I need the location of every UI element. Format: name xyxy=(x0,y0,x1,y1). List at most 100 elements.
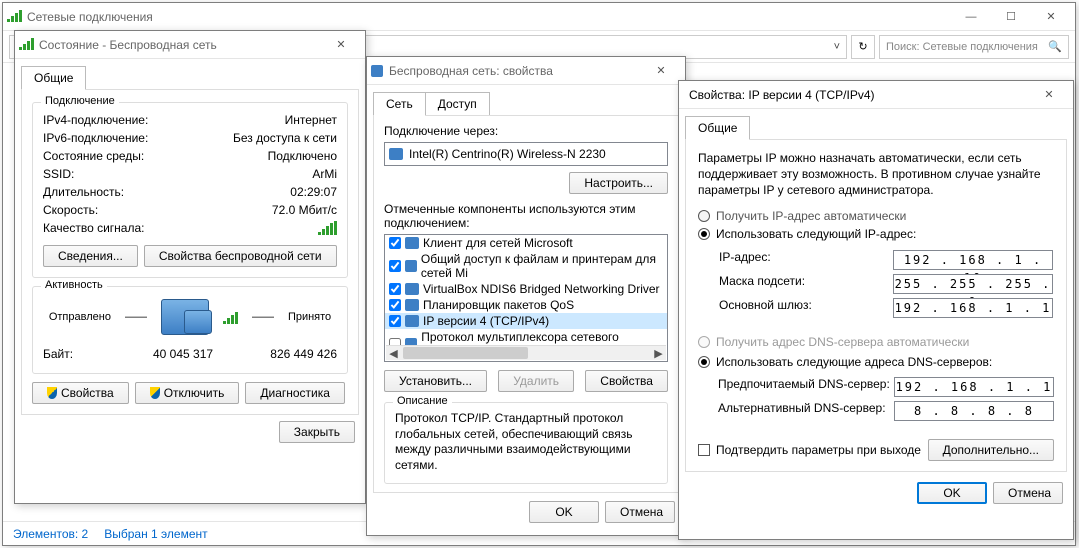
media-label: Состояние среды: xyxy=(43,149,144,163)
description-group: Описание Протокол TCP/IP. Стандартный пр… xyxy=(384,402,668,484)
scroll-right-icon[interactable]: ▶ xyxy=(651,346,666,360)
connection-group: Подключение IPv4-подключение:Интернет IP… xyxy=(32,102,348,278)
components-label: Отмеченные компоненты используются этим … xyxy=(384,202,668,230)
component-icon xyxy=(405,283,419,295)
list-item[interactable]: Клиент для сетей Microsoft xyxy=(385,235,667,251)
item-checkbox[interactable] xyxy=(389,361,401,362)
validate-checkbox[interactable] xyxy=(698,444,710,456)
component-icon xyxy=(405,361,419,362)
adapter-title: Беспроводная сеть: свойства xyxy=(389,64,641,78)
manual-dns-radio[interactable] xyxy=(698,356,710,368)
ok-button[interactable]: OK xyxy=(917,482,987,504)
speed-label: Скорость: xyxy=(43,203,98,217)
activity-arrow-icon: —— xyxy=(252,311,274,323)
minimize-button[interactable]: — xyxy=(951,6,991,28)
tab-general[interactable]: Общие xyxy=(21,66,86,90)
disconnect-button[interactable]: Отключить xyxy=(135,382,240,404)
item-label: VirtualBox NDIS6 Bridged Networking Driv… xyxy=(423,282,660,296)
advanced-button[interactable]: Дополнительно... xyxy=(928,439,1054,461)
props-button[interactable]: Свойства xyxy=(585,370,668,392)
computers-icon xyxy=(161,299,209,335)
component-icon xyxy=(405,299,419,311)
horizontal-scrollbar[interactable]: ◀ ▶ xyxy=(386,345,666,360)
adapter-icon xyxy=(371,65,383,77)
details-button[interactable]: Сведения... xyxy=(43,245,138,267)
manual-ip-label: Использовать следующий IP-адрес: xyxy=(716,227,916,241)
tab-network[interactable]: Сеть xyxy=(373,92,426,116)
scroll-left-icon[interactable]: ◀ xyxy=(386,346,401,360)
wireless-props-button[interactable]: Свойства беспроводной сети xyxy=(144,245,337,267)
signal-icon xyxy=(318,221,337,235)
ipv6-label: IPv6-подключение: xyxy=(43,131,148,145)
main-title: Сетевые подключения xyxy=(27,10,951,24)
item-label: IP версии 4 (TCP/IPv4) xyxy=(423,314,549,328)
search-placeholder: Поиск: Сетевые подключения xyxy=(886,41,1038,53)
mask-field[interactable]: 255 . 255 . 255 . 0 xyxy=(893,274,1053,294)
chevron-down-icon[interactable]: ˅ xyxy=(834,41,840,53)
bytes-sent: 40 045 317 xyxy=(153,347,213,361)
activity-arrow-icon: —— xyxy=(125,311,147,323)
tab-general[interactable]: Общие xyxy=(685,116,750,140)
dns2-field[interactable]: 8 . 8 . 8 . 8 xyxy=(894,401,1054,421)
component-icon xyxy=(405,315,419,327)
description-text: Протокол TCP/IP. Стандартный протокол гл… xyxy=(395,411,657,473)
search-input[interactable]: Поиск: Сетевые подключения 🔍 xyxy=(879,35,1069,59)
cancel-button[interactable]: Отмена xyxy=(993,482,1063,504)
refresh-button[interactable]: ↻ xyxy=(851,35,875,59)
status-titlebar: Состояние - Беспроводная сеть ✕ xyxy=(15,31,365,59)
gateway-field[interactable]: 192 . 168 . 1 . 1 xyxy=(893,298,1053,318)
mask-label: Маска подсети: xyxy=(719,274,805,294)
uninstall-button[interactable]: Удалить xyxy=(498,370,574,392)
maximize-button[interactable]: ☐ xyxy=(991,6,1031,28)
close-icon[interactable]: ✕ xyxy=(1029,84,1069,106)
install-button[interactable]: Установить... xyxy=(384,370,487,392)
item-checkbox[interactable] xyxy=(389,260,401,272)
list-item[interactable]: Планировщик пакетов QoS xyxy=(385,297,667,313)
sent-label: Отправлено xyxy=(49,311,111,323)
auto-dns-label: Получить адрес DNS-сервера автоматически xyxy=(716,335,969,349)
manual-dns-label: Использовать следующие адреса DNS-сервер… xyxy=(716,355,992,369)
activity-caption: Активность xyxy=(41,279,107,291)
ok-button[interactable]: OK xyxy=(529,501,599,523)
list-item[interactable]: IP версии 4 (TCP/IPv4) xyxy=(385,313,667,329)
item-label: Общий доступ к файлам и принтерам для се… xyxy=(421,252,663,280)
activity-group: Активность Отправлено —— —— Принято Байт… xyxy=(32,286,348,374)
list-item[interactable]: Общий доступ к файлам и принтерам для се… xyxy=(385,251,667,281)
tab-access[interactable]: Доступ xyxy=(425,92,490,115)
properties-button[interactable]: Свойства xyxy=(32,382,129,404)
network-icon xyxy=(7,10,21,24)
speed-value: 72.0 Мбит/с xyxy=(272,203,337,217)
signal-label: Качество сигнала: xyxy=(43,221,144,235)
auto-ip-radio[interactable] xyxy=(698,210,710,222)
components-list[interactable]: Клиент для сетей MicrosoftОбщий доступ к… xyxy=(384,234,668,362)
cancel-button[interactable]: Отмена xyxy=(605,501,675,523)
item-checkbox[interactable] xyxy=(389,237,401,249)
manual-ip-radio[interactable] xyxy=(698,228,710,240)
dns1-label: Предпочитаемый DNS-сервер: xyxy=(718,377,890,397)
ipv4-label: IPv4-подключение: xyxy=(43,113,148,127)
connection-caption: Подключение xyxy=(41,95,119,107)
list-item[interactable]: VirtualBox NDIS6 Bridged Networking Driv… xyxy=(385,281,667,297)
close-button[interactable]: Закрыть xyxy=(279,421,355,443)
item-checkbox[interactable] xyxy=(389,283,401,295)
dns1-field[interactable]: 192 . 168 . 1 . 1 xyxy=(894,377,1054,397)
ipv4-props-dialog: Свойства: IP версии 4 (TCP/IPv4) ✕ Общие… xyxy=(678,80,1074,540)
close-icon[interactable]: ✕ xyxy=(641,60,681,82)
diagnose-button[interactable]: Диагностика xyxy=(245,382,345,404)
configure-button[interactable]: Настроить... xyxy=(569,172,668,194)
auto-dns-radio xyxy=(698,336,710,348)
component-icon xyxy=(405,237,419,249)
ssid-label: SSID: xyxy=(43,167,74,181)
close-button[interactable]: ✕ xyxy=(1031,6,1071,28)
main-titlebar: Сетевые подключения — ☐ ✕ xyxy=(3,3,1075,31)
ip-field[interactable]: 192 . 168 . 1 . 10 xyxy=(893,250,1053,270)
adapter-titlebar: Беспроводная сеть: свойства ✕ xyxy=(367,57,685,85)
item-checkbox[interactable] xyxy=(389,299,401,311)
close-icon[interactable]: ✕ xyxy=(321,34,361,56)
adapter-name: Intel(R) Centrino(R) Wireless-N 2230 xyxy=(409,147,606,161)
ipv4-intro: Параметры IP можно назначать автоматичес… xyxy=(698,150,1054,199)
description-caption: Описание xyxy=(393,395,452,407)
bytes-recv: 826 449 426 xyxy=(270,347,337,361)
ipv6-value: Без доступа к сети xyxy=(233,131,337,145)
item-checkbox[interactable] xyxy=(389,315,401,327)
